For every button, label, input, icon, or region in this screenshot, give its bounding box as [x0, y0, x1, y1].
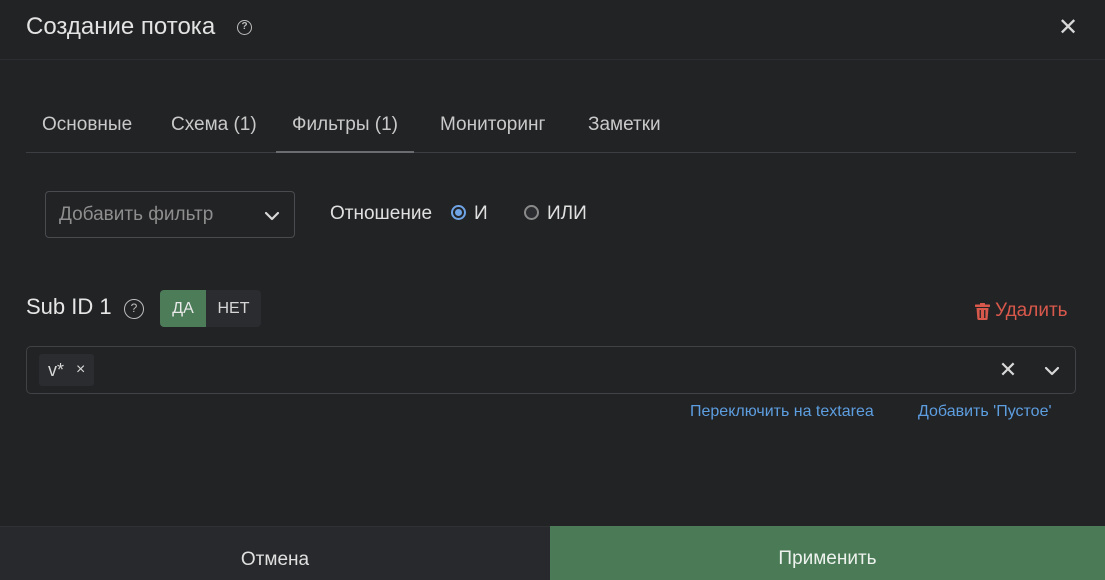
relation-and-radio[interactable]	[451, 205, 466, 220]
clear-icon[interactable]: ✕	[997, 357, 1019, 383]
apply-button[interactable]: Применить	[550, 526, 1105, 580]
relation-and-label[interactable]: И	[474, 203, 488, 225]
toggle-no-button[interactable]: НЕТ	[206, 290, 261, 327]
chevron-down-icon	[264, 211, 280, 221]
add-empty-link[interactable]: Добавить 'Пустое'	[918, 403, 1052, 421]
relation-or-radio[interactable]	[524, 205, 539, 220]
cancel-button[interactable]: Отмена	[0, 526, 550, 580]
tab-filters[interactable]: Фильтры (1)	[276, 97, 414, 153]
tab-notes[interactable]: Заметки	[572, 97, 677, 153]
trash-icon	[975, 302, 990, 320]
tab-bar: Основные Схема (1) Фильтры (1) Мониторин…	[26, 97, 1076, 153]
create-flow-dialog: Создание потока ? ✕ Основные Схема (1) Ф…	[0, 0, 1105, 580]
chip-remove-icon[interactable]: ×	[76, 361, 85, 379]
value-chip: v* ×	[39, 354, 95, 386]
help-icon[interactable]: ?	[237, 20, 252, 35]
add-filter-placeholder: Добавить фильтр	[59, 204, 214, 225]
close-icon[interactable]: ✕	[1056, 14, 1080, 42]
tab-main[interactable]: Основные	[26, 97, 148, 153]
help-icon[interactable]: ?	[124, 299, 144, 319]
chip-label: v*	[48, 359, 65, 380]
delete-filter-button[interactable]: Удалить	[975, 299, 1068, 323]
dialog-header: Создание потока ? ✕	[0, 0, 1105, 60]
dialog-title: Создание потока	[26, 13, 216, 40]
dialog-footer: Отмена Применить	[0, 526, 1105, 580]
subid-value-select[interactable]: v* × ✕	[26, 346, 1076, 394]
filter-title: Sub ID 1	[26, 294, 112, 319]
relation-or-label[interactable]: ИЛИ	[547, 203, 587, 225]
tab-scheme[interactable]: Схема (1)	[155, 97, 273, 153]
tab-monitoring[interactable]: Мониторинг	[424, 97, 561, 153]
include-exclude-toggle: ДА НЕТ	[160, 290, 261, 327]
relation-label: Отношение	[330, 203, 433, 224]
delete-label: Удалить	[995, 300, 1068, 321]
chevron-down-icon[interactable]	[1043, 363, 1061, 379]
add-filter-select[interactable]: Добавить фильтр	[45, 191, 295, 238]
switch-to-textarea-link[interactable]: Переключить на textarea	[690, 403, 874, 421]
toggle-yes-button[interactable]: ДА	[160, 290, 206, 327]
